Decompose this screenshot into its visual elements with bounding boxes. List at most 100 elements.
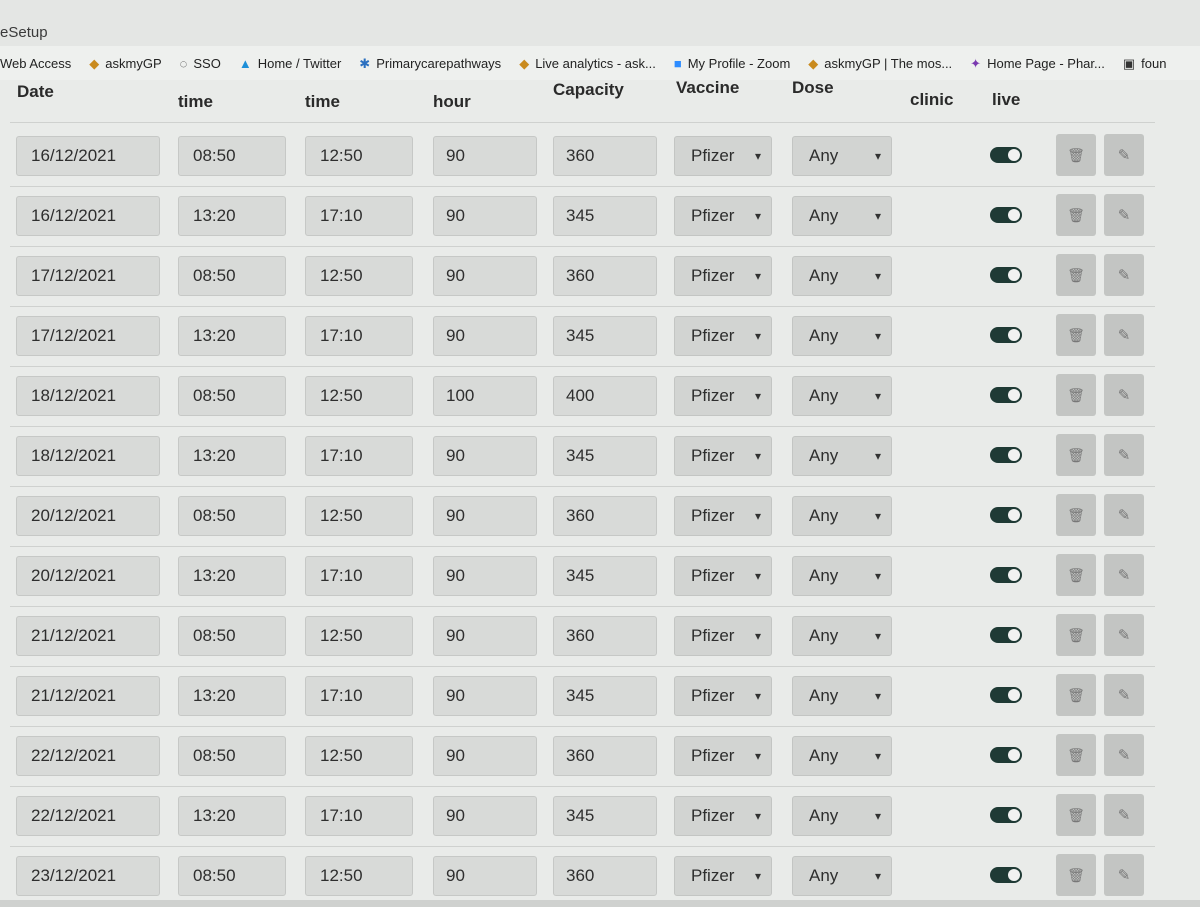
dose-select[interactable]: Any ▾: [792, 856, 892, 896]
dose-select[interactable]: Any ▾: [792, 136, 892, 176]
live-toggle[interactable]: [990, 867, 1022, 883]
vaccine-select[interactable]: Pfizer ▾: [674, 796, 772, 836]
per-hour-field[interactable]: 90: [433, 616, 537, 656]
date-field[interactable]: 23/12/2021: [16, 856, 160, 896]
live-toggle[interactable]: [990, 147, 1022, 163]
dose-select[interactable]: Any ▾: [792, 616, 892, 656]
per-hour-field[interactable]: 90: [433, 136, 537, 176]
per-hour-field[interactable]: 90: [433, 796, 537, 836]
dose-select[interactable]: Any ▾: [792, 256, 892, 296]
start-time-field[interactable]: 08:50: [178, 856, 286, 896]
start-time-field[interactable]: 08:50: [178, 736, 286, 776]
per-hour-field[interactable]: 90: [433, 496, 537, 536]
edit-button[interactable]: ✎: [1104, 494, 1144, 536]
vaccine-select[interactable]: Pfizer ▾: [674, 616, 772, 656]
edit-button[interactable]: ✎: [1104, 374, 1144, 416]
date-field[interactable]: 22/12/2021: [16, 736, 160, 776]
end-time-field[interactable]: 17:10: [305, 316, 413, 356]
dose-select[interactable]: Any ▾: [792, 556, 892, 596]
bookmark-item[interactable]: ▣ foun: [1123, 56, 1167, 71]
end-time-field[interactable]: 12:50: [305, 136, 413, 176]
edit-button[interactable]: ✎: [1104, 794, 1144, 836]
live-toggle[interactable]: [990, 387, 1022, 403]
delete-button[interactable]: 🗑: [1056, 614, 1096, 656]
dose-select[interactable]: Any ▾: [792, 376, 892, 416]
bookmark-item[interactable]: ◆ Live analytics - ask...: [519, 56, 656, 71]
delete-button[interactable]: 🗑: [1056, 374, 1096, 416]
edit-button[interactable]: ✎: [1104, 134, 1144, 176]
date-field[interactable]: 20/12/2021: [16, 556, 160, 596]
date-field[interactable]: 16/12/2021: [16, 196, 160, 236]
end-time-field[interactable]: 12:50: [305, 736, 413, 776]
date-field[interactable]: 21/12/2021: [16, 616, 160, 656]
end-time-field[interactable]: 12:50: [305, 856, 413, 896]
start-time-field[interactable]: 08:50: [178, 496, 286, 536]
end-time-field[interactable]: 12:50: [305, 256, 413, 296]
delete-button[interactable]: 🗑: [1056, 734, 1096, 776]
live-toggle[interactable]: [990, 747, 1022, 763]
live-toggle[interactable]: [990, 687, 1022, 703]
vaccine-select[interactable]: Pfizer ▾: [674, 736, 772, 776]
bookmark-item[interactable]: ✱ Primarycarepathways: [359, 56, 501, 71]
vaccine-select[interactable]: Pfizer ▾: [674, 856, 772, 896]
end-time-field[interactable]: 12:50: [305, 496, 413, 536]
per-hour-field[interactable]: 90: [433, 556, 537, 596]
live-toggle[interactable]: [990, 567, 1022, 583]
live-toggle[interactable]: [990, 507, 1022, 523]
dose-select[interactable]: Any ▾: [792, 196, 892, 236]
per-hour-field[interactable]: 90: [433, 436, 537, 476]
end-time-field[interactable]: 12:50: [305, 376, 413, 416]
bookmark-item[interactable]: ✦ Home Page - Phar...: [970, 56, 1105, 71]
date-field[interactable]: 18/12/2021: [16, 376, 160, 416]
edit-button[interactable]: ✎: [1104, 554, 1144, 596]
vaccine-select[interactable]: Pfizer ▾: [674, 496, 772, 536]
vaccine-select[interactable]: Pfizer ▾: [674, 316, 772, 356]
start-time-field[interactable]: 08:50: [178, 616, 286, 656]
vaccine-select[interactable]: Pfizer ▾: [674, 136, 772, 176]
per-hour-field[interactable]: 90: [433, 316, 537, 356]
delete-button[interactable]: 🗑: [1056, 134, 1096, 176]
bookmark-item[interactable]: ◆ askmyGP: [89, 56, 161, 71]
dose-select[interactable]: Any ▾: [792, 316, 892, 356]
start-time-field[interactable]: 08:50: [178, 136, 286, 176]
vaccine-select[interactable]: Pfizer ▾: [674, 376, 772, 416]
bookmark-item[interactable]: ■ My Profile - Zoom: [674, 56, 790, 71]
start-time-field[interactable]: 13:20: [178, 796, 286, 836]
live-toggle[interactable]: [990, 267, 1022, 283]
capacity-field[interactable]: 345: [553, 556, 657, 596]
delete-button[interactable]: 🗑: [1056, 314, 1096, 356]
date-field[interactable]: 18/12/2021: [16, 436, 160, 476]
start-time-field[interactable]: 13:20: [178, 676, 286, 716]
edit-button[interactable]: ✎: [1104, 254, 1144, 296]
bookmark-item[interactable]: Web Access: [0, 56, 71, 71]
start-time-field[interactable]: 13:20: [178, 316, 286, 356]
live-toggle[interactable]: [990, 627, 1022, 643]
per-hour-field[interactable]: 90: [433, 676, 537, 716]
live-toggle[interactable]: [990, 447, 1022, 463]
per-hour-field[interactable]: 90: [433, 196, 537, 236]
delete-button[interactable]: 🗑: [1056, 794, 1096, 836]
edit-button[interactable]: ✎: [1104, 314, 1144, 356]
end-time-field[interactable]: 17:10: [305, 676, 413, 716]
start-time-field[interactable]: 08:50: [178, 376, 286, 416]
end-time-field[interactable]: 12:50: [305, 616, 413, 656]
dose-select[interactable]: Any ▾: [792, 676, 892, 716]
capacity-field[interactable]: 345: [553, 436, 657, 476]
capacity-field[interactable]: 360: [553, 856, 657, 896]
delete-button[interactable]: 🗑: [1056, 674, 1096, 716]
delete-button[interactable]: 🗑: [1056, 434, 1096, 476]
edit-button[interactable]: ✎: [1104, 434, 1144, 476]
bookmark-item[interactable]: ▲ Home / Twitter: [239, 56, 341, 71]
dose-select[interactable]: Any ▾: [792, 436, 892, 476]
start-time-field[interactable]: 13:20: [178, 436, 286, 476]
date-field[interactable]: 22/12/2021: [16, 796, 160, 836]
capacity-field[interactable]: 345: [553, 796, 657, 836]
bookmark-item[interactable]: ◆ askmyGP | The mos...: [808, 56, 952, 71]
end-time-field[interactable]: 17:10: [305, 556, 413, 596]
vaccine-select[interactable]: Pfizer ▾: [674, 256, 772, 296]
delete-button[interactable]: 🗑: [1056, 254, 1096, 296]
vaccine-select[interactable]: Pfizer ▾: [674, 556, 772, 596]
date-field[interactable]: 17/12/2021: [16, 316, 160, 356]
vaccine-select[interactable]: Pfizer ▾: [674, 196, 772, 236]
per-hour-field[interactable]: 90: [433, 736, 537, 776]
